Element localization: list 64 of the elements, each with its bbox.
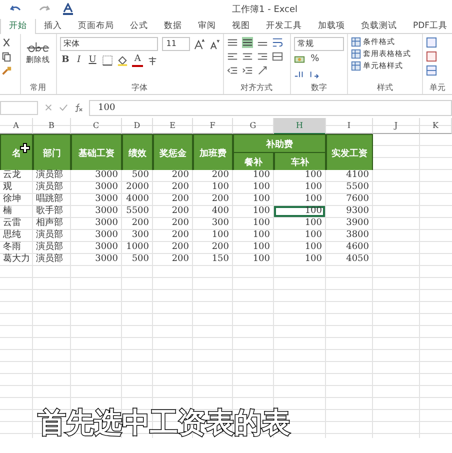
group-label: 单元 — [428, 82, 446, 93]
table-cell: 100 — [274, 206, 326, 218]
group-label: 数字 — [310, 82, 328, 93]
italic-button[interactable]: I — [75, 55, 83, 66]
column-header[interactable]: J — [373, 118, 420, 134]
header-cell: 补助费 — [233, 134, 326, 154]
align-middle-icon[interactable] — [242, 37, 253, 48]
font-color-button[interactable]: A — [132, 54, 143, 67]
currency-icon[interactable] — [294, 54, 305, 65]
font-size-field[interactable]: 11 — [162, 37, 190, 51]
decrease-indent-icon[interactable] — [226, 65, 238, 76]
group-label: 字体 — [130, 82, 149, 93]
scissors-icon[interactable] — [1, 37, 12, 48]
table-style-icon — [350, 61, 361, 71]
table-style-icon — [350, 37, 361, 47]
insert-cells-icon[interactable] — [426, 37, 437, 48]
header-cell: 加班费 — [193, 134, 233, 172]
border-icon[interactable] — [102, 55, 114, 66]
ribbon-tab[interactable]: 开发工具 — [258, 19, 310, 33]
header-cell: 绩效 — [122, 134, 153, 172]
font-color-icon[interactable] — [62, 3, 74, 15]
wrap-text-icon[interactable] — [272, 37, 283, 48]
align-right-icon[interactable] — [256, 51, 268, 62]
cursor-plus-icon — [20, 143, 30, 153]
delete-cells-icon[interactable] — [426, 51, 437, 62]
font-family-field[interactable]: 宋体 — [60, 37, 158, 51]
column-header[interactable]: H — [274, 118, 326, 135]
ribbon-tab[interactable]: 加载项 — [310, 19, 353, 33]
ribbon-tab[interactable]: PDF工具 — [405, 19, 452, 33]
align-left-icon[interactable] — [226, 51, 238, 62]
function-icon[interactable] — [74, 103, 83, 112]
underline-button[interactable]: U — [86, 55, 98, 66]
grow-font-icon[interactable] — [194, 38, 205, 50]
brush-icon[interactable] — [1, 65, 12, 76]
align-top-icon[interactable] — [226, 37, 238, 48]
ribbon-tab[interactable]: 页面布局 — [70, 19, 122, 33]
group-label: 样式 — [376, 82, 394, 93]
phonetic-icon[interactable] — [146, 55, 158, 66]
copy-icon[interactable] — [1, 51, 12, 62]
bold-button[interactable]: B — [60, 55, 72, 66]
number-format-field[interactable]: 常规 — [294, 37, 344, 51]
subtitle-caption: 首先选中工资表的表 — [38, 405, 290, 441]
fill-color-icon[interactable] — [117, 55, 128, 66]
column-header[interactable]: K — [420, 118, 452, 134]
group-label: 常用 — [29, 82, 48, 93]
percent-button[interactable]: % — [308, 54, 322, 65]
shrink-font-icon[interactable] — [208, 38, 220, 50]
ribbon-tab[interactable]: 负载测试 — [353, 19, 405, 33]
table-style-icon — [350, 49, 361, 59]
ribbon-tab[interactable]: 开始 — [0, 18, 36, 34]
group-label: 对齐方式 — [240, 82, 274, 93]
format-cells-icon[interactable] — [426, 65, 437, 76]
ribbon-tab[interactable]: 审阅 — [190, 19, 224, 33]
align-center-icon[interactable] — [242, 51, 253, 62]
ribbon-tab[interactable]: 公式 — [122, 19, 156, 33]
orientation-icon[interactable] — [256, 65, 268, 76]
ribbon-tab[interactable]: 视图 — [224, 19, 258, 33]
increase-indent-icon[interactable] — [242, 65, 253, 76]
window-title: 工作簿1 - Excel — [232, 4, 298, 16]
merge-cells-icon[interactable] — [272, 51, 283, 62]
formula-field[interactable]: 100 — [89, 100, 452, 116]
ribbon-tab[interactable]: 插入 — [36, 19, 70, 33]
ribbon-tab[interactable]: 数据 — [156, 19, 190, 33]
header-cell: 奖惩金 — [153, 134, 193, 172]
